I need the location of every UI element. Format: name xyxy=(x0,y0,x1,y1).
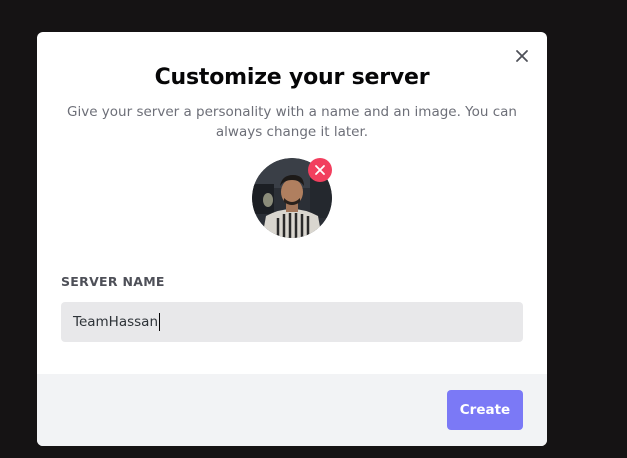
close-icon xyxy=(513,47,531,65)
close-button[interactable] xyxy=(513,47,531,65)
server-name-label: SERVER NAME xyxy=(61,274,165,289)
modal-footer: Create xyxy=(37,374,547,446)
server-name-value: TeamHassan xyxy=(73,314,159,330)
server-image-upload[interactable] xyxy=(252,158,332,238)
modal-subtitle: Give your server a personality with a na… xyxy=(67,104,517,140)
text-caret xyxy=(159,313,161,331)
create-button[interactable]: Create xyxy=(447,390,523,430)
remove-image-icon xyxy=(308,158,332,182)
customize-server-modal: Customize your server Give your server a… xyxy=(37,32,547,446)
modal-title: Customize your server xyxy=(154,65,430,90)
server-name-input[interactable]: TeamHassan xyxy=(61,302,523,342)
remove-image-button[interactable] xyxy=(308,158,332,182)
